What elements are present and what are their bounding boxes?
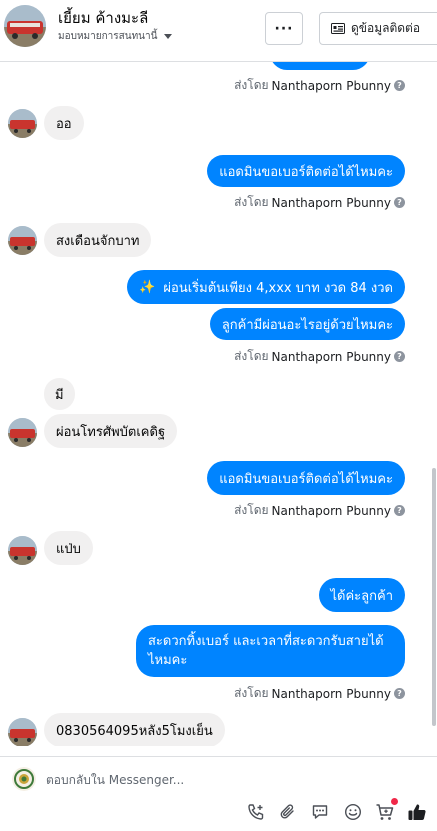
reply-input[interactable] xyxy=(46,769,416,791)
message-text-line-1: สะดวกทิ้งเบอร์ และเวลาที่สะดวกรับสายได้ xyxy=(148,634,384,649)
like-button[interactable] xyxy=(406,801,428,823)
message-in[interactable]: สงเดือนจักบาท xyxy=(44,223,152,257)
contact-card-icon xyxy=(331,23,345,34)
message-out[interactable]: ลูกค้ามีผ่อนอะไรอยู่ด้วยไหมคะ xyxy=(209,308,405,340)
message-out-partial[interactable] xyxy=(270,62,370,70)
saved-replies-button[interactable] xyxy=(309,801,331,823)
page-avatar xyxy=(12,767,36,791)
help-icon[interactable]: ? xyxy=(394,688,405,699)
notification-dot xyxy=(391,798,398,805)
message-in[interactable]: 0830564095หลัง5โมงเย็น xyxy=(44,713,225,746)
thumbs-up-icon xyxy=(408,804,426,820)
smiley-icon xyxy=(344,803,362,821)
view-contact-button[interactable]: ดูข้อมูลติดต่อ xyxy=(319,12,437,45)
contact-avatar-small xyxy=(8,418,37,447)
phone-plus-icon xyxy=(248,804,264,820)
message-in[interactable]: แป่บ xyxy=(44,531,93,565)
caret-down-icon xyxy=(164,34,173,39)
chat-bubble-icon xyxy=(312,805,328,819)
assign-label: มอบหมายการสนทนานี้ xyxy=(58,31,158,42)
emoji-button[interactable] xyxy=(342,801,364,823)
message-in[interactable]: ผ่อนโทรศัพบัตเคดิฐ xyxy=(44,414,178,448)
message-out[interactable]: ✨ ผ่อนเริ่มต้นเพียง 4,xxx บาท งวด 84 งวด xyxy=(127,270,405,304)
message-composer xyxy=(0,756,437,831)
sparkles-icon: ✨ xyxy=(139,279,156,295)
help-icon[interactable]: ? xyxy=(394,505,405,516)
contact-avatar-small xyxy=(8,536,37,565)
paperclip-icon xyxy=(280,804,294,819)
message-in[interactable]: มี xyxy=(44,378,75,410)
contact-avatar-small xyxy=(8,109,37,138)
thread-scrollbar-thumb[interactable] xyxy=(432,468,436,726)
more-options-button[interactable]: ··· xyxy=(265,12,303,45)
contact-name: เยี้ยม ค้างมะลี xyxy=(58,9,149,27)
sent-by-row: ส่งโดย Nanthaporn Pbunny? xyxy=(234,193,405,212)
conversation-header: เยี้ยม ค้างมะลี มอบหมายการสนทนานี้ ··· ด… xyxy=(0,0,437,62)
message-thread[interactable]: ส่งโดย Nanthaporn Pbunny? ออ แอดมินขอเบอร… xyxy=(0,62,437,746)
assign-conversation-dropdown[interactable]: มอบหมายการสนทนานี้ xyxy=(58,29,173,44)
more-dots-icon: ··· xyxy=(274,20,294,37)
view-contact-label: ดูข้อมูลติดต่อ xyxy=(351,21,421,35)
help-icon[interactable]: ? xyxy=(394,80,405,91)
contact-avatar[interactable] xyxy=(4,5,46,47)
sent-by-row: ส่งโดย Nanthaporn Pbunny? xyxy=(234,76,405,95)
message-text-line-2: ไหมคะ xyxy=(148,653,188,668)
message-out[interactable]: ได้ค่ะลูกค้า xyxy=(318,578,405,612)
shop-button[interactable] xyxy=(374,798,398,823)
message-in[interactable]: ออ xyxy=(44,106,84,140)
contact-avatar-small xyxy=(8,718,37,746)
contact-avatar-small xyxy=(8,226,37,255)
message-out[interactable]: สะดวกทิ้งเบอร์ และเวลาที่สะดวกรับสายได้ … xyxy=(136,625,405,677)
sent-by-row: ส่งโดย Nanthaporn Pbunny? xyxy=(234,347,405,366)
message-out[interactable]: แอดมินขอเบอร์ติดต่อได้ไหมคะ xyxy=(207,155,405,187)
sent-by-row: ส่งโดย Nanthaporn Pbunny? xyxy=(234,501,405,520)
attach-button[interactable] xyxy=(277,801,299,823)
help-icon[interactable]: ? xyxy=(394,197,405,208)
call-button[interactable] xyxy=(245,801,267,823)
cart-icon xyxy=(376,804,394,820)
message-out[interactable]: แอดมินขอเบอร์ติดต่อได้ไหมคะ xyxy=(207,461,405,495)
help-icon[interactable]: ? xyxy=(394,351,405,362)
sent-by-row: ส่งโดย Nanthaporn Pbunny? xyxy=(234,684,405,703)
message-text: ผ่อนเริ่มต้นเพียง 4,xxx บาท งวด 84 งวด xyxy=(163,280,393,296)
